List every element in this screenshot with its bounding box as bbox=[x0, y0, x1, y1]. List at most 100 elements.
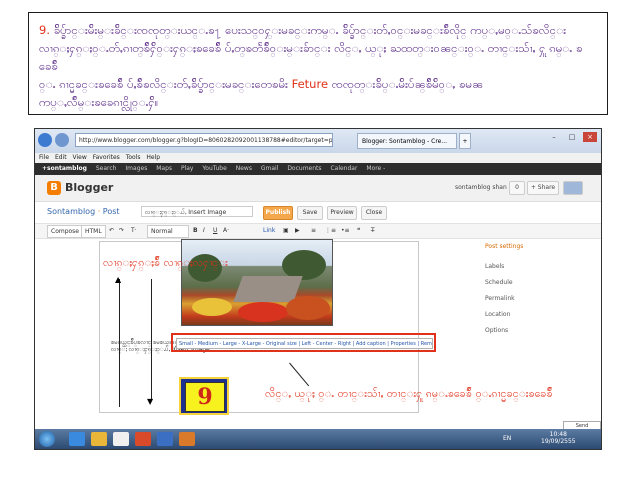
gbar-gmail[interactable]: Gmail bbox=[261, 165, 279, 172]
back-icon[interactable] bbox=[38, 133, 52, 147]
gbar-documents[interactable]: Documents bbox=[287, 165, 321, 172]
bullet-list-icon[interactable]: •≡ bbox=[341, 224, 350, 238]
close-button[interactable]: Close bbox=[361, 206, 387, 220]
media-app-icon[interactable] bbox=[135, 432, 151, 446]
menu-view[interactable]: View bbox=[73, 154, 87, 161]
post-settings-sidebar: Post settings Labels Schedule Permalink … bbox=[481, 239, 599, 419]
redo-icon[interactable]: ↷ bbox=[119, 224, 124, 238]
sidebar-item-location[interactable]: Location bbox=[485, 311, 510, 318]
bold-icon[interactable]: B bbox=[193, 224, 198, 238]
clock-date: 19/09/2555 bbox=[541, 438, 576, 445]
clock-time: 10:48 bbox=[549, 431, 567, 438]
video-icon[interactable]: ▶ bbox=[295, 224, 300, 238]
browser-menu: File Edit View Favorites Tools Help bbox=[35, 153, 601, 163]
menu-help[interactable]: Help bbox=[146, 154, 160, 161]
gbar-youtube[interactable]: YouTube bbox=[202, 165, 226, 172]
menu-edit[interactable]: Edit bbox=[55, 154, 67, 161]
clear-format-icon[interactable]: T̶ bbox=[371, 224, 375, 238]
browser-toolbar: http://www.blogger.com/blogger.g?blogID=… bbox=[35, 129, 601, 153]
avatar[interactable] bbox=[563, 181, 583, 195]
font-size-icon[interactable]: T· bbox=[131, 224, 137, 238]
tab-html[interactable]: HTML bbox=[81, 225, 106, 238]
quote-icon[interactable]: ❝ bbox=[357, 224, 360, 238]
step-badge: 9 bbox=[179, 377, 229, 415]
menu-tools[interactable]: Tools bbox=[126, 154, 141, 161]
google-bar: +sontamblog Search Images Maps Play YouT… bbox=[35, 163, 601, 175]
gbar-maps[interactable]: Maps bbox=[156, 165, 172, 172]
gbar-play[interactable]: Play bbox=[181, 165, 194, 172]
taskbar: EN 10:48 19/09/2555 bbox=[35, 429, 601, 449]
up-arrow-head-icon: ▲ bbox=[115, 275, 122, 284]
sidebar-heading[interactable]: Post settings bbox=[485, 243, 523, 250]
tab-compose[interactable]: Compose bbox=[47, 225, 84, 238]
blogger-screenshot: http://www.blogger.com/blogger.g?blogID=… bbox=[34, 128, 602, 450]
breadcrumb: Sontamblog · Post bbox=[47, 207, 120, 216]
blogger-logo-icon[interactable]: B bbox=[47, 181, 61, 195]
note-highlight: Feture bbox=[291, 77, 329, 91]
publish-button[interactable]: Publish bbox=[263, 206, 293, 220]
forward-icon[interactable] bbox=[55, 133, 69, 147]
note-line-2: လၢၵ္ႈႁၵ္ႈဝ္ႉတ်ႇၵၢတ္ၶ်ိဴႁ်ိဝ္းႁၵ္ႈၶခေၶ်ိဴ… bbox=[39, 41, 583, 73]
italic-icon[interactable]: I bbox=[203, 224, 205, 238]
preview-button[interactable]: Preview bbox=[327, 206, 357, 220]
highlight-box bbox=[171, 333, 436, 352]
blogger-title: Blogger bbox=[65, 181, 114, 194]
clock[interactable]: 10:48 19/09/2555 bbox=[541, 431, 576, 445]
up-arrow bbox=[119, 279, 120, 407]
sidebar-item-permalink[interactable]: Permalink bbox=[485, 295, 515, 302]
editor-toolbar: Compose HTML ↶ ↷ T· Normal B I U A· Link… bbox=[35, 223, 601, 239]
maximize-icon[interactable]: □ bbox=[565, 132, 579, 142]
blogger-header: B Blogger sontamblog shan 0 + Share bbox=[35, 175, 601, 202]
numbered-list-icon[interactable]: ⋮≡ bbox=[325, 224, 336, 238]
down-arrow bbox=[151, 279, 152, 399]
gbar-news[interactable]: News bbox=[236, 165, 252, 172]
blog-name[interactable]: Sontamblog bbox=[47, 207, 95, 216]
undo-icon[interactable]: ↶ bbox=[109, 224, 114, 238]
menu-favorites[interactable]: Favorites bbox=[93, 154, 120, 161]
post-title-bar: Sontamblog · Post လၢၵ္ႈႁၵ္ႈဝ္ႉပ်ႇ Insert… bbox=[35, 202, 601, 222]
address-bar[interactable]: http://www.blogger.com/blogger.g?blogID=… bbox=[75, 133, 333, 147]
language-indicator[interactable]: EN bbox=[503, 435, 511, 442]
gbar-search[interactable]: Search bbox=[96, 165, 117, 172]
share-count: 0 bbox=[509, 181, 525, 195]
align-icon[interactable]: ≡ bbox=[311, 224, 316, 238]
share-button[interactable]: + Share bbox=[527, 181, 559, 195]
user-name[interactable]: sontamblog shan bbox=[455, 184, 507, 191]
annotation-left: လၢၵ္ႈႁၵ္ႈၶ်ိဴ လၢၵ္ႈလႁၢင္း bbox=[103, 256, 228, 269]
word-app-icon[interactable] bbox=[157, 432, 173, 446]
new-tab-button[interactable]: + bbox=[459, 133, 471, 149]
start-icon[interactable] bbox=[39, 431, 55, 447]
browser-tab[interactable]: Blogger: Sontamblog - Cre... bbox=[357, 133, 457, 149]
folder-app-icon[interactable] bbox=[91, 432, 107, 446]
note-line-4: ကပ္ႇလ်ိဴမ္းၶခေၵၢင္လိုဝ္ႉႁ်ိ။ bbox=[39, 95, 159, 109]
crumb-post: Post bbox=[102, 207, 120, 216]
step-badge-number: 9 bbox=[185, 382, 225, 412]
post-title-input[interactable]: လၢၵ္ႈႁၵ္ႈဝ္ႉပ်ႇ Insert Image bbox=[141, 206, 253, 217]
menu-file[interactable]: File bbox=[39, 154, 49, 161]
sidebar-item-schedule[interactable]: Schedule bbox=[485, 279, 513, 286]
ie-app-icon[interactable] bbox=[69, 432, 85, 446]
link-icon[interactable]: Link bbox=[263, 224, 275, 238]
step-number: 9. bbox=[39, 23, 50, 37]
gbar-profile[interactable]: +sontamblog bbox=[42, 165, 87, 172]
down-arrow-head-icon: ▼ bbox=[147, 397, 154, 406]
underline-icon[interactable]: U bbox=[213, 224, 217, 238]
note-line-3: ဝ္ႉ ၵၢင္မခင္းၶခေၶ်ိဴ ပ်ႇၶ်ိဴၶလိင္းတ်ႇခ်ိ… bbox=[39, 77, 288, 91]
sidebar-item-labels[interactable]: Labels bbox=[485, 263, 504, 270]
minimize-icon[interactable]: – bbox=[547, 132, 561, 142]
gbar-more[interactable]: More - bbox=[366, 165, 385, 172]
chrome-app-icon[interactable] bbox=[113, 432, 129, 446]
gbar-calendar[interactable]: Calendar bbox=[330, 165, 357, 172]
note-line-1: ခ်ိပ္ခ်ာင္းမ်ိးမ္းခ်ိင္းၸၸုတ္းယင္ႉၶ႑ ပေး… bbox=[53, 23, 567, 37]
format-select[interactable]: Normal bbox=[147, 225, 189, 238]
note-line-3b: ၸၸုတ္းခ်ိပ္ႉမ်ိးပ်ၼ္ၶ်ိဴမ်ိဝ္ႇ ၶမၼ bbox=[331, 77, 484, 91]
sidebar-item-options[interactable]: Options bbox=[485, 327, 508, 334]
text-color-icon[interactable]: A· bbox=[223, 224, 229, 238]
save-button[interactable]: Save bbox=[297, 206, 323, 220]
gbar-images[interactable]: Images bbox=[125, 165, 147, 172]
inserted-photo[interactable] bbox=[181, 239, 333, 326]
close-icon[interactable]: × bbox=[583, 132, 597, 142]
ppt-app-icon[interactable] bbox=[179, 432, 195, 446]
instruction-note: 9. ခ်ိပ္ခ်ာင္းမ်ိးမ္းခ်ိင္းၸၸုတ္းယင္ႉၶ႑ … bbox=[28, 12, 608, 115]
image-icon[interactable]: ▣ bbox=[283, 224, 289, 238]
